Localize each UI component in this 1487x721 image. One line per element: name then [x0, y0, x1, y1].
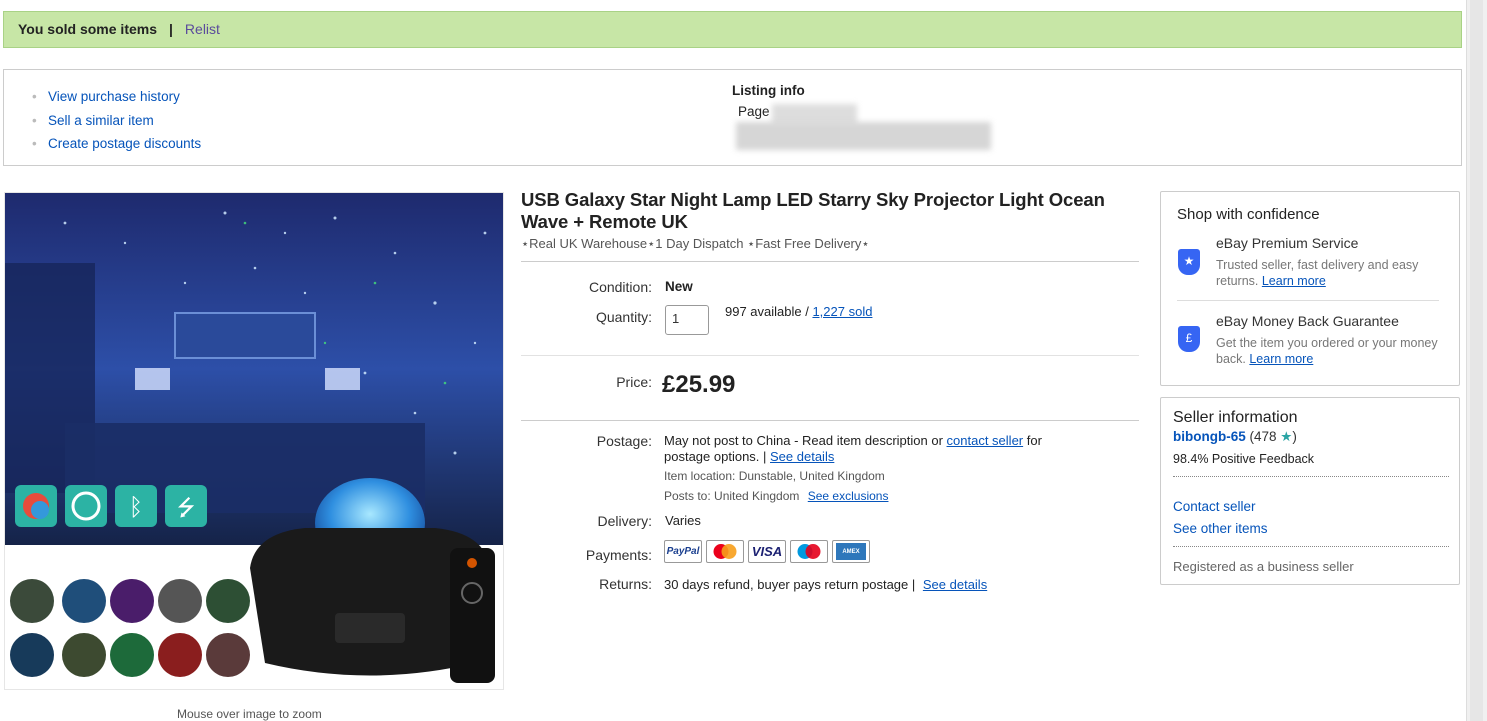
mastercard-logo	[713, 544, 737, 559]
returns-label: Returns:	[599, 576, 652, 592]
premium-service-description: Trusted seller, fast delivery and easy r…	[1216, 257, 1451, 289]
delivery-label: Delivery:	[597, 513, 652, 529]
product-title: USB Galaxy Star Night Lamp LED Starry Sk…	[521, 189, 1105, 232]
feedback-star-icon: ★	[1280, 429, 1293, 444]
view-purchase-history-link[interactable]: View purchase history	[32, 85, 201, 109]
maestro-logo	[797, 544, 821, 559]
registered-business-seller: Registered as a business seller	[1173, 559, 1354, 574]
condition-label: Condition:	[588, 279, 652, 295]
seller-id-line: bibongb-65 (478 ★)	[1173, 429, 1297, 445]
see-details-returns-link[interactable]: See details	[923, 577, 987, 592]
divider	[1173, 476, 1449, 477]
quantity-label: Quantity:	[595, 309, 652, 325]
item-location: Item location: Dunstable, United Kingdom	[664, 469, 885, 483]
svg-text:⭍: ⭍	[177, 496, 195, 521]
posts-to: Posts to: United Kingdom See exclusions	[664, 489, 888, 503]
visa-icon: VISA	[748, 540, 786, 563]
svg-text:ᛒ: ᛒ	[129, 493, 143, 521]
paypal-icon: PayPal	[664, 540, 702, 563]
mbg-learn-more-link[interactable]: Learn more	[1249, 352, 1313, 366]
sold-banner: You sold some items | Relist	[3, 11, 1462, 48]
sell-similar-item-link[interactable]: Sell a similar item	[32, 109, 201, 133]
product-subtitle: ⋆Real UK Warehouse⋆1 Day Dispatch ⋆Fast …	[521, 236, 870, 251]
maestro-icon	[790, 540, 828, 563]
seller-actions-panel: View purchase history Sell a similar ite…	[3, 69, 1462, 166]
actions-list: View purchase history Sell a similar ite…	[32, 85, 201, 156]
mastercard-icon	[706, 540, 744, 563]
money-back-guarantee-icon: £	[1178, 326, 1200, 352]
shop-with-confidence-panel: Shop with confidence ★ eBay Premium Serv…	[1160, 191, 1460, 386]
sold-message: You sold some items	[18, 21, 157, 37]
banner-separator: |	[169, 21, 173, 37]
redacted-block	[736, 122, 991, 150]
payments-label: Payments:	[585, 547, 652, 563]
relist-link[interactable]: Relist	[185, 21, 220, 37]
premium-service-icon: ★	[1178, 249, 1200, 275]
divider	[521, 420, 1139, 421]
premium-learn-more-link[interactable]: Learn more	[1262, 274, 1326, 288]
divider	[1177, 300, 1439, 301]
seller-score: (478	[1249, 429, 1281, 444]
see-details-postage-link[interactable]: See details	[770, 449, 834, 464]
price-value: £25.99	[662, 371, 736, 398]
posts-to-text: Posts to: United Kingdom	[664, 489, 800, 503]
condition-value: New	[665, 279, 693, 294]
product-photo: ᛒ ⭍	[5, 193, 503, 689]
postage-label: Postage:	[596, 433, 652, 449]
see-exclusions-link[interactable]: See exclusions	[808, 489, 889, 503]
zoom-hint: Mouse over image to zoom	[177, 707, 322, 721]
see-other-items-link[interactable]: See other items	[1173, 521, 1268, 536]
returns-details: 30 days refund, buyer pays return postag…	[664, 577, 987, 592]
postage-details: May not post to China - Read item descri…	[664, 433, 1094, 465]
seller-info-heading: Seller information	[1173, 409, 1298, 426]
divider	[1173, 546, 1449, 547]
premium-service-title: eBay Premium Service	[1216, 235, 1359, 251]
delivery-value: Varies	[665, 513, 701, 528]
postage-text-2: for	[1023, 433, 1042, 448]
postage-text-3: postage options. |	[664, 449, 771, 464]
availability: 997 available / 1,227 sold	[725, 304, 872, 319]
price-label: Price:	[616, 374, 652, 390]
confidence-heading: Shop with confidence	[1177, 206, 1320, 223]
quantity-input[interactable]: 1	[665, 305, 709, 335]
money-back-guarantee-description: Get the item you ordered or your money b…	[1216, 335, 1451, 367]
contact-seller-link[interactable]: contact seller	[947, 433, 1024, 448]
contact-seller-link[interactable]: Contact seller	[1173, 499, 1256, 514]
seller-information-panel: Seller information bibongb-65 (478 ★) 98…	[1160, 397, 1460, 585]
divider	[521, 261, 1139, 262]
scrollbar-thumb[interactable]	[1470, 0, 1483, 721]
seller-name-link[interactable]: bibongb-65	[1173, 429, 1246, 444]
sold-count-link[interactable]: 1,227 sold	[812, 304, 872, 319]
amex-icon: AMEX	[832, 540, 870, 563]
available-count: 997 available /	[725, 304, 813, 319]
money-back-guarantee-title: eBay Money Back Guarantee	[1216, 313, 1399, 329]
amex-logo: AMEX	[836, 543, 866, 560]
product-image[interactable]: ᛒ ⭍	[4, 192, 504, 690]
postage-text: May not post to China - Read item descri…	[664, 433, 947, 448]
positive-feedback: 98.4% Positive Feedback	[1173, 452, 1315, 466]
create-postage-discounts-link[interactable]: Create postage discounts	[32, 132, 201, 156]
listing-info-heading: Listing info	[732, 83, 805, 98]
seller-score-close: )	[1292, 429, 1297, 444]
returns-text: 30 days refund, buyer pays return postag…	[664, 577, 919, 592]
divider	[521, 355, 1139, 356]
